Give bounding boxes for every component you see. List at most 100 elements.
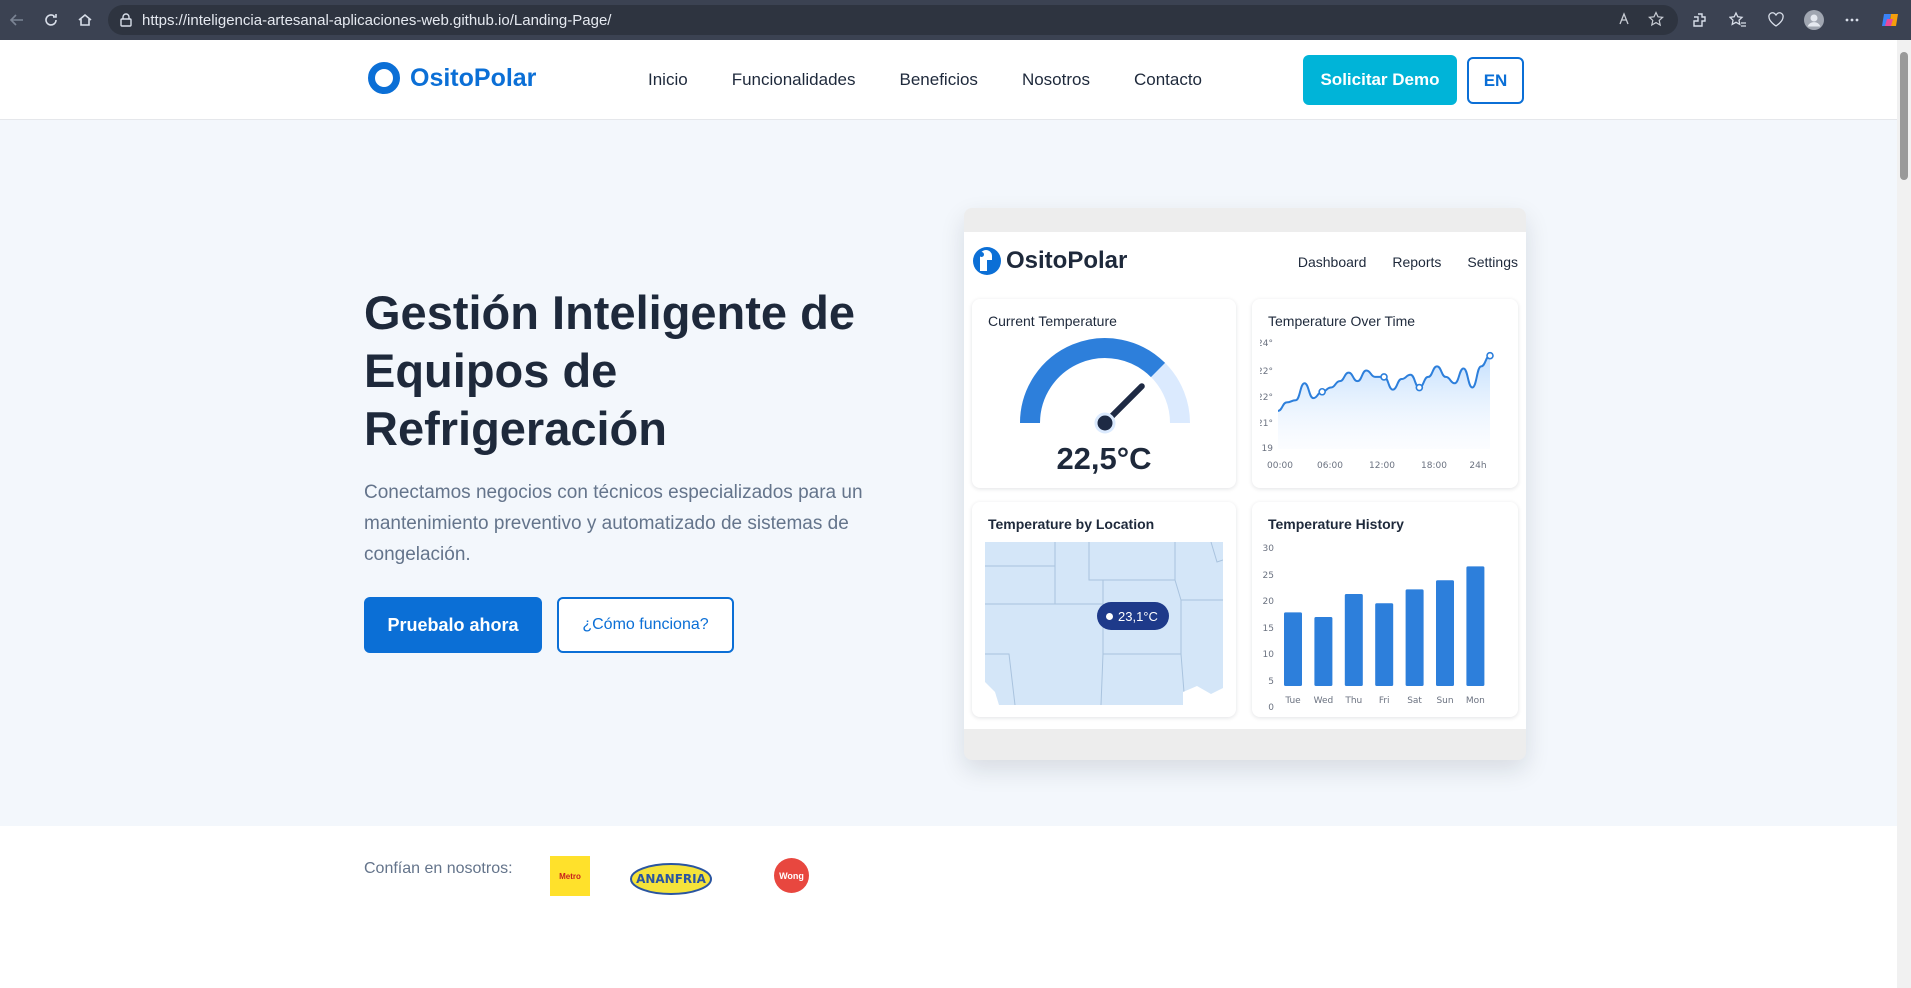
current-temperature-value: 22,5°C xyxy=(1056,441,1152,476)
try-now-button[interactable]: Pruebalo ahora xyxy=(364,597,542,653)
bar-y-tick-4: 15 xyxy=(1263,624,1274,634)
dashboard-screen: OsitoPolar Dashboard Reports Settings Cu… xyxy=(964,232,1526,729)
temperature-bar-chart: 30 25 20 15 10 5 0 Tue Wed Thu Fri Sat Sun Mon xyxy=(1263,544,1485,710)
hero-section: Gestión Inteligente de Equipos de Refrig… xyxy=(0,120,1897,826)
mockup-nav-settings: Settings xyxy=(1467,254,1518,270)
line-point-marker xyxy=(1380,373,1388,381)
bar-label-tue: Tue xyxy=(1284,696,1301,706)
brand-logo[interactable]: OsitoPolar xyxy=(368,62,536,94)
address-bar[interactable]: https://inteligencia-artesanal-aplicacio… xyxy=(108,5,1678,35)
y-tick-2: 22° xyxy=(1260,367,1273,377)
bar-label-fri: Fri xyxy=(1379,696,1390,706)
temperature-by-location-title: Temperature by Location xyxy=(988,516,1155,532)
browser-toolbar: https://inteligencia-artesanal-aplicacio… xyxy=(0,0,1911,40)
bar-sat xyxy=(1405,589,1424,686)
bar-y-tick-6: 5 xyxy=(1268,677,1274,687)
bar-y-tick-7: 0 xyxy=(1268,703,1274,710)
bar-thu xyxy=(1344,594,1363,686)
how-it-works-button[interactable]: ¿Cómo funciona? xyxy=(557,597,734,653)
bar-label-mon: Mon xyxy=(1466,696,1485,706)
language-toggle-button[interactable]: EN xyxy=(1467,57,1524,104)
bar-y-tick-3: 20 xyxy=(1263,597,1275,607)
polar-bear-icon xyxy=(973,247,1001,275)
bar-y-tick-5: 10 xyxy=(1263,650,1275,660)
nav-funcionalidades[interactable]: Funcionalidades xyxy=(732,70,856,90)
bar-y-tick-2: 25 xyxy=(1263,571,1274,581)
request-demo-button[interactable]: Solicitar Demo xyxy=(1303,55,1457,105)
extensions-icon[interactable] xyxy=(1685,5,1715,35)
temperature-history-card: Temperature History 30 25 20 15 10 5 0 T… xyxy=(1252,502,1518,717)
mockup-nav-dashboard: Dashboard xyxy=(1297,254,1367,270)
site-header: OsitoPolar Inicio Funcionalidades Benefi… xyxy=(0,40,1897,120)
y-tick-1: 24° xyxy=(1260,339,1273,349)
hero-subtitle: Conectamos negocios con técnicos especia… xyxy=(364,482,863,565)
y-tick-4: 21° xyxy=(1260,419,1273,429)
temperature-over-time-title: Temperature Over Time xyxy=(1268,313,1416,329)
bar-tue xyxy=(1284,612,1302,686)
mockup-nav: Dashboard Reports Settings xyxy=(1298,254,1518,270)
location-map[interactable]: 23,1°C xyxy=(985,542,1223,705)
mockup-nav-reports: Reports xyxy=(1392,254,1442,270)
temperature-by-location-card: Temperature by Location 23,1°C xyxy=(972,502,1236,717)
temperature-gauge xyxy=(1020,338,1190,434)
nav-nosotros[interactable]: Nosotros xyxy=(1022,70,1090,90)
reload-icon[interactable] xyxy=(34,3,68,37)
home-icon[interactable] xyxy=(68,3,102,37)
line-point-marker xyxy=(1415,383,1424,392)
trust-label: Confían en nosotros: xyxy=(364,860,513,877)
wong-logo: Wong xyxy=(774,858,809,893)
nav-beneficios[interactable]: Beneficios xyxy=(900,70,978,90)
metro-logo: Metro xyxy=(550,856,590,896)
nav-inicio[interactable]: Inicio xyxy=(648,70,688,90)
bar-label-thu: Thu xyxy=(1344,696,1362,706)
y-tick-3: 22° xyxy=(1260,393,1273,403)
favorites-icon[interactable] xyxy=(1723,5,1753,35)
current-temperature-title: Current Temperature xyxy=(988,313,1117,329)
bar-label-wed: Wed xyxy=(1314,696,1334,706)
scroll-thumb[interactable] xyxy=(1900,52,1908,180)
back-icon[interactable] xyxy=(0,3,34,37)
x-tick-1: 00:00 xyxy=(1267,461,1293,471)
hero-title: Gestión Inteligente de Equipos de Refrig… xyxy=(364,286,855,455)
more-menu-icon[interactable] xyxy=(1837,5,1867,35)
trust-section: Confían en nosotros: Metro ANANFRIA Wong xyxy=(0,826,1897,988)
dashboard-mockup: OsitoPolar Dashboard Reports Settings Cu… xyxy=(964,208,1526,760)
bar-label-sun: Sun xyxy=(1436,696,1453,706)
url-text: https://inteligencia-artesanal-aplicacio… xyxy=(142,11,612,29)
wong-logo-text: Wong xyxy=(779,870,804,881)
metro-logo-text: Metro xyxy=(559,871,581,881)
main-nav: Inicio Funcionalidades Beneficios Nosotr… xyxy=(648,70,1202,90)
ananfria-logo: ANANFRIA xyxy=(630,863,712,895)
x-tick-3: 12:00 xyxy=(1369,461,1395,471)
bar-mon xyxy=(1466,566,1485,686)
profile-avatar-icon[interactable] xyxy=(1799,5,1829,35)
x-tick-2: 06:00 xyxy=(1317,461,1343,471)
line-area xyxy=(1278,355,1490,449)
read-aloud-icon[interactable] xyxy=(1618,11,1634,32)
ananfria-logo-text: ANANFRIA xyxy=(636,872,707,886)
bar-fri xyxy=(1375,603,1394,686)
map-location-pin[interactable]: 23,1°C xyxy=(1097,602,1169,630)
temperature-over-time-card: Temperature Over Time 24° 22° 22° 21° 19 xyxy=(1252,299,1518,488)
mockup-logo: OsitoPolar xyxy=(972,246,1127,276)
x-tick-4: 18:00 xyxy=(1421,461,1447,471)
copilot-icon[interactable] xyxy=(1875,5,1905,35)
line-point-marker xyxy=(1486,351,1494,360)
logo-text: OsitoPolar xyxy=(410,63,537,92)
bar-wed xyxy=(1314,617,1333,686)
nav-contacto[interactable]: Contacto xyxy=(1134,70,1202,90)
map-pin-label: 23,1°C xyxy=(1118,608,1158,624)
health-icon[interactable] xyxy=(1761,5,1791,35)
bar-sun xyxy=(1436,580,1454,686)
logo-ring-icon xyxy=(368,62,400,94)
temperature-history-title: Temperature History xyxy=(1268,516,1404,532)
bar-y-tick-1: 30 xyxy=(1263,544,1275,554)
x-tick-5: 24h xyxy=(1469,461,1486,471)
y-tick-5: 19 xyxy=(1262,444,1274,454)
line-point-marker xyxy=(1318,387,1326,396)
favorite-star-icon[interactable] xyxy=(1648,11,1664,32)
current-temperature-card: Current Temperature 22,5°C xyxy=(972,299,1236,488)
page-scrollbar[interactable] xyxy=(1897,40,1911,988)
pin-dot-icon xyxy=(1106,612,1113,620)
mockup-logo-text: OsitoPolar xyxy=(1006,247,1128,274)
